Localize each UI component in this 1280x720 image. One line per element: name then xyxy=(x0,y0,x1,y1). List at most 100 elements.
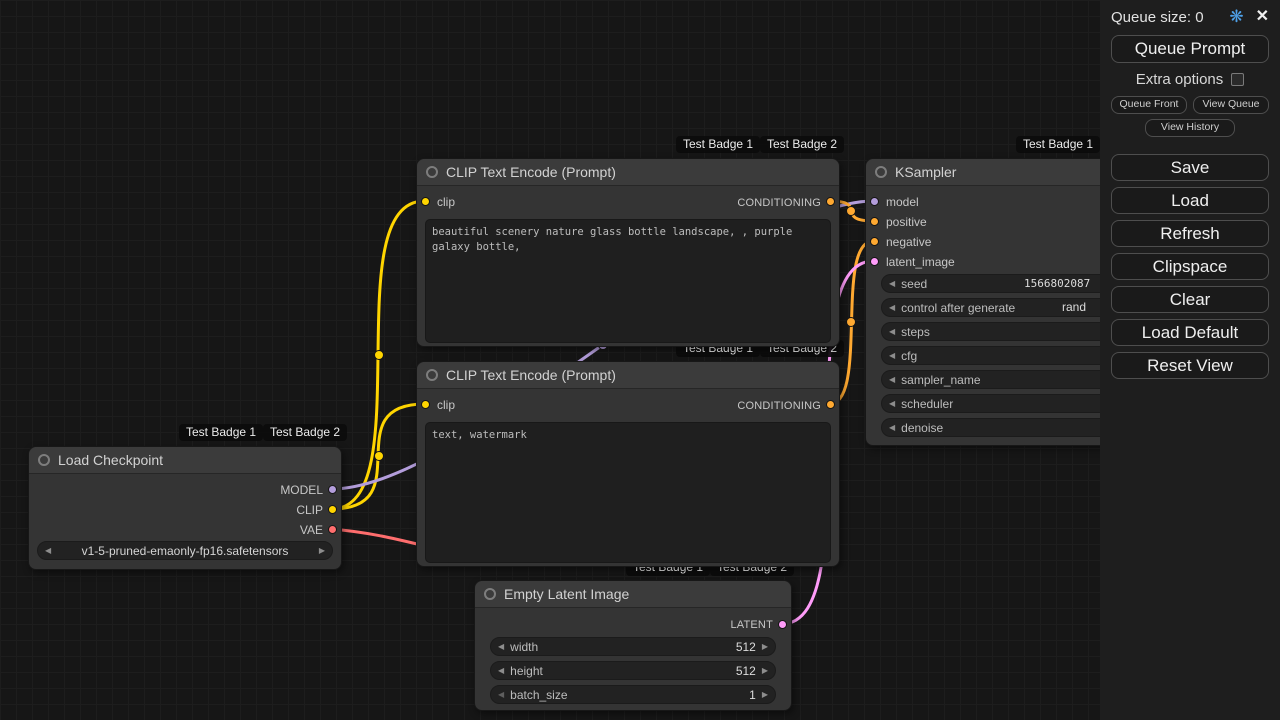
ckpt-name-value: v1-5-pruned-emaonly-fp16.safetensors xyxy=(51,544,319,558)
output-port-model[interactable] xyxy=(328,485,337,494)
link-dot xyxy=(847,207,856,216)
clipspace-button[interactable]: Clipspace xyxy=(1111,253,1269,280)
input-label-latent-image: latent_image xyxy=(886,254,955,270)
node-clip-text-encode-negative[interactable]: CLIP Text Encode (Prompt) clip CONDITION… xyxy=(416,361,840,567)
node-title-bar[interactable]: CLIP Text Encode (Prompt) xyxy=(417,159,839,186)
prev-value-icon[interactable]: ◀ xyxy=(498,685,504,704)
next-value-icon[interactable]: ▶ xyxy=(319,541,325,560)
node-title-bar[interactable]: Empty Latent Image xyxy=(475,581,791,608)
input-label-model: model xyxy=(886,194,919,210)
collapse-dot-icon[interactable] xyxy=(426,369,438,381)
output-port-conditioning[interactable] xyxy=(826,197,835,206)
width-value: 512 xyxy=(736,640,756,654)
ckpt-name-widget[interactable]: ◀ v1-5-pruned-emaonly-fp16.safetensors ▶ xyxy=(37,541,333,560)
prev-value-icon[interactable]: ◀ xyxy=(889,322,895,341)
clear-button[interactable]: Clear xyxy=(1111,286,1269,313)
input-label-negative: negative xyxy=(886,234,931,250)
input-label-clip: clip xyxy=(437,194,455,210)
node-title: Load Checkpoint xyxy=(58,452,163,468)
input-port-clip[interactable] xyxy=(421,400,430,409)
node-title-bar[interactable]: CLIP Text Encode (Prompt) xyxy=(417,362,839,389)
input-label-positive: positive xyxy=(886,214,927,230)
queue-prompt-button[interactable]: Queue Prompt xyxy=(1111,35,1269,63)
control-after-generate-value: rand xyxy=(1062,299,1086,316)
output-port-conditioning[interactable] xyxy=(826,400,835,409)
link-dot xyxy=(375,351,384,360)
node-load-checkpoint[interactable]: Load Checkpoint MODEL CLIP VAE ◀ v1-5-pr… xyxy=(28,446,342,570)
prev-value-icon[interactable]: ◀ xyxy=(889,370,895,389)
collapse-dot-icon[interactable] xyxy=(426,166,438,178)
control-after-generate-label: control after generate xyxy=(901,301,1015,315)
close-icon[interactable]: ✕ xyxy=(1256,8,1269,26)
prev-value-icon[interactable]: ◀ xyxy=(498,661,504,680)
comfy-menu-panel: Queue size: 0 ❋ ✕ Queue Prompt Extra opt… xyxy=(1100,0,1280,720)
prompt-text-area[interactable]: text, watermark xyxy=(425,422,831,563)
view-queue-button[interactable]: View Queue xyxy=(1193,96,1269,114)
input-port-latent-image[interactable] xyxy=(870,257,879,266)
scheduler-label: scheduler xyxy=(901,397,953,411)
node-empty-latent-image[interactable]: Empty Latent Image LATENT ◀ width 512 ▶ … xyxy=(474,580,792,711)
input-port-model[interactable] xyxy=(870,197,879,206)
node-clip-text-encode-positive[interactable]: CLIP Text Encode (Prompt) clip CONDITION… xyxy=(416,158,840,347)
prev-value-icon[interactable]: ◀ xyxy=(889,274,895,293)
queue-size-label: Queue size: 0 xyxy=(1111,9,1204,26)
refresh-button[interactable]: Refresh xyxy=(1111,220,1269,247)
next-value-icon[interactable]: ▶ xyxy=(762,661,768,680)
steps-label: steps xyxy=(901,325,930,339)
collapse-dot-icon[interactable] xyxy=(875,166,887,178)
node-title: Empty Latent Image xyxy=(504,586,629,602)
node-title-bar[interactable]: Load Checkpoint xyxy=(29,447,341,474)
height-widget[interactable]: ◀ height 512 ▶ xyxy=(490,661,776,680)
collapse-dot-icon[interactable] xyxy=(484,588,496,600)
output-port-latent[interactable] xyxy=(778,620,787,629)
output-port-clip[interactable] xyxy=(328,505,337,514)
output-label-conditioning: CONDITIONING xyxy=(737,195,821,211)
next-value-icon[interactable]: ▶ xyxy=(762,637,768,656)
load-default-button[interactable]: Load Default xyxy=(1111,319,1269,346)
batch-size-label: batch_size xyxy=(510,688,567,702)
prev-value-icon[interactable]: ◀ xyxy=(889,418,895,437)
extra-options-checkbox[interactable] xyxy=(1231,73,1244,86)
reset-view-button[interactable]: Reset View xyxy=(1111,352,1269,379)
prompt-text-area[interactable]: beautiful scenery nature glass bottle la… xyxy=(425,219,831,343)
seed-label: seed xyxy=(901,277,927,291)
node-title: KSampler xyxy=(895,164,956,180)
output-label-latent: LATENT xyxy=(730,617,773,633)
input-port-negative[interactable] xyxy=(870,237,879,246)
output-label-conditioning: CONDITIONING xyxy=(737,398,821,414)
next-value-icon[interactable]: ▶ xyxy=(762,685,768,704)
node-title: CLIP Text Encode (Prompt) xyxy=(446,164,616,180)
batch-size-value: 1 xyxy=(749,688,756,702)
load-button[interactable]: Load xyxy=(1111,187,1269,214)
input-port-positive[interactable] xyxy=(870,217,879,226)
view-history-button[interactable]: View History xyxy=(1145,119,1235,137)
settings-gear-icon[interactable]: ❋ xyxy=(1229,8,1243,26)
queue-front-button[interactable]: Queue Front xyxy=(1111,96,1187,114)
node-badge: Test Badge 1 xyxy=(179,424,263,441)
height-value: 512 xyxy=(736,664,756,678)
output-label-clip: CLIP xyxy=(296,502,323,518)
cfg-label: cfg xyxy=(901,349,917,363)
node-graph-canvas[interactable]: Test Badge 1 Test Badge 2 Test Badge 1 T… xyxy=(0,0,1280,720)
input-port-clip[interactable] xyxy=(421,197,430,206)
input-label-clip: clip xyxy=(437,397,455,413)
collapse-dot-icon[interactable] xyxy=(38,454,50,466)
node-badge: Test Badge 1 xyxy=(1016,136,1100,153)
link-dot xyxy=(375,452,384,461)
node-badge: Test Badge 2 xyxy=(760,136,844,153)
node-title: CLIP Text Encode (Prompt) xyxy=(446,367,616,383)
batch-size-widget[interactable]: ◀ batch_size 1 ▶ xyxy=(490,685,776,704)
width-label: width xyxy=(510,640,538,654)
extra-options-label: Extra options xyxy=(1136,71,1224,88)
prev-value-icon[interactable]: ◀ xyxy=(498,637,504,656)
prev-value-icon[interactable]: ◀ xyxy=(889,394,895,413)
output-label-model: MODEL xyxy=(280,482,323,498)
link-dot xyxy=(847,318,856,327)
prev-value-icon[interactable]: ◀ xyxy=(889,346,895,365)
output-port-vae[interactable] xyxy=(328,525,337,534)
sampler-name-label: sampler_name xyxy=(901,373,980,387)
width-widget[interactable]: ◀ width 512 ▶ xyxy=(490,637,776,656)
node-badge: Test Badge 2 xyxy=(263,424,347,441)
prev-value-icon[interactable]: ◀ xyxy=(889,298,895,317)
save-button[interactable]: Save xyxy=(1111,154,1269,181)
